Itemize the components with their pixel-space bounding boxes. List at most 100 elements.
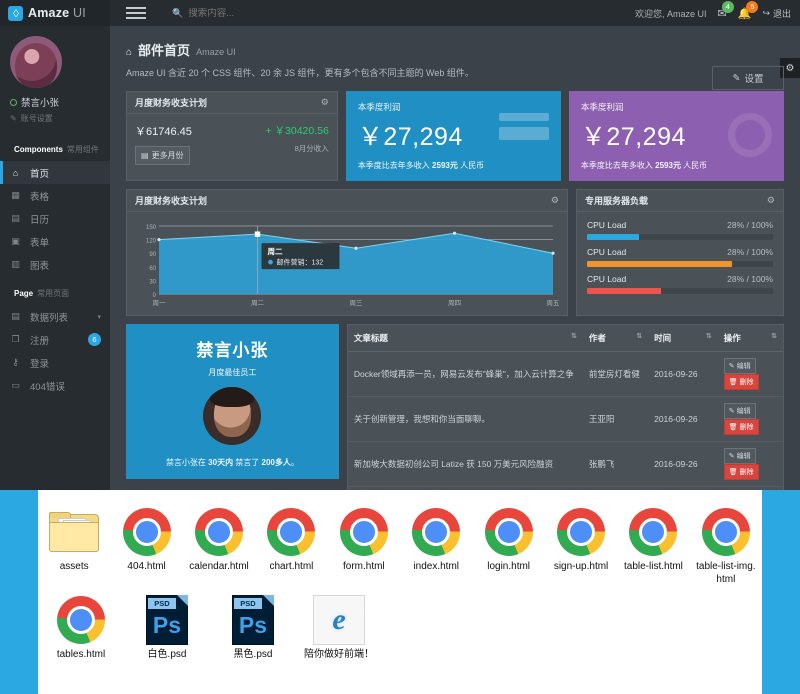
- sort-icon: ⇅: [771, 332, 777, 340]
- edit-button[interactable]: ✎编辑: [724, 403, 756, 419]
- desktop-icon[interactable]: assets: [38, 498, 110, 586]
- trash-icon: 🗑: [729, 423, 738, 431]
- page-subtitle: Amaze UI: [196, 47, 236, 57]
- chart-canvas[interactable]: 0306090120150周一周二周三周四周五周二邮件营销：132: [127, 212, 567, 315]
- bell-icon[interactable]: 🔔 5: [738, 7, 752, 20]
- articles-table: 文章标题⇅ 作者⇅ 时间⇅ 操作⇅ Docker领域再添一员，网易云发布"蜂巢"…: [348, 325, 783, 490]
- gear-icon[interactable]: ⚙: [551, 195, 559, 206]
- desktop-icon[interactable]: sign-up.html: [545, 498, 617, 586]
- sidebar-item-home[interactable]: ⌂ 首页: [0, 161, 110, 184]
- cell-actions: ✎编辑🗑删除: [718, 397, 783, 442]
- online-status-icon: [10, 99, 17, 106]
- delete-button[interactable]: 🗑删除: [724, 464, 759, 480]
- desktop-icon-label: 陪你做好前端！: [296, 648, 382, 661]
- brand-logo-area[interactable]: Amaze UI: [0, 0, 110, 26]
- stat-sub-strong: 2593元: [655, 161, 681, 170]
- desktop-icon[interactable]: table-list-img.html: [690, 498, 762, 586]
- folder-icon: [49, 512, 99, 552]
- employee-photo: [203, 387, 261, 445]
- chrome-icon: [629, 508, 677, 556]
- desktop-icon-label: sign-up.html: [545, 560, 617, 573]
- desktop-icon-graphic: PSDPs: [124, 592, 210, 648]
- hamburger-icon[interactable]: [126, 5, 146, 21]
- pencil-icon: ✎: [10, 114, 17, 123]
- sidebar-item-label: 图表: [30, 258, 49, 272]
- desktop-icon-label: table-list-img.html: [690, 560, 762, 586]
- note-mid: 禁言了: [233, 458, 261, 467]
- sidebar-item-calendar[interactable]: ▤ 日历: [0, 207, 110, 230]
- svg-text:周一: 周一: [153, 299, 167, 307]
- sidebar-item-label: 404错误: [30, 379, 65, 393]
- sidebar-item-404[interactable]: ▭ 404错误: [0, 374, 110, 397]
- avatar[interactable]: [10, 36, 62, 88]
- sidebar-item-data-list[interactable]: ▤ 数据列表 ▾: [0, 305, 110, 328]
- more-months-button[interactable]: ▤ 更多月份: [135, 146, 190, 165]
- edit-button[interactable]: ✎编辑: [724, 358, 756, 374]
- search-input[interactable]: [188, 8, 308, 19]
- desktop-icon-graphic: [617, 504, 689, 560]
- sidebar-badge: 6: [88, 333, 101, 346]
- svg-text:150: 150: [146, 225, 157, 231]
- finance-card-title: 月度财务收支计划: [135, 96, 207, 109]
- mail-badge: 4: [722, 1, 734, 13]
- desktop-icon[interactable]: PSDPs白色.psd: [124, 586, 210, 661]
- load-row-top: CPU Load28% / 100%: [587, 220, 773, 230]
- account-settings-link[interactable]: ✎ 账号设置: [10, 113, 110, 124]
- desktop-icon[interactable]: PSDPs黑色.psd: [210, 586, 296, 661]
- stat-card-title: 本季度利润: [358, 101, 549, 113]
- desktop-icon[interactable]: table-list.html: [617, 498, 689, 586]
- desktop-icon[interactable]: chart.html: [255, 498, 327, 586]
- sidebar-item-chart[interactable]: ▥ 图表: [0, 253, 110, 276]
- desktop-icon[interactable]: e陪你做好前端！: [296, 586, 382, 661]
- stat-card-subtitle: 本季度比去年多收入 2593元 人民币: [581, 160, 772, 171]
- desktop-icon-graphic: [183, 504, 255, 560]
- delete-button[interactable]: 🗑删除: [724, 374, 759, 390]
- sidebar-item-table[interactable]: ▦ 表格: [0, 184, 110, 207]
- envelope-icon[interactable]: ✉ 4: [718, 7, 727, 20]
- gear-icon[interactable]: ⚙: [767, 195, 775, 206]
- desktop-icon-label: 404.html: [110, 560, 182, 573]
- column-date[interactable]: 时间⇅: [648, 325, 718, 352]
- svg-text:120: 120: [146, 239, 157, 245]
- desktop-icon[interactable]: index.html: [400, 498, 472, 586]
- finance-card-header: 月度财务收支计划 ⚙: [127, 92, 337, 114]
- search-box[interactable]: 🔍: [172, 8, 308, 19]
- logout-button[interactable]: ↪ 退出: [762, 7, 791, 20]
- svg-text:邮件营销：132: 邮件营销：132: [277, 258, 324, 267]
- svg-text:周五: 周五: [547, 299, 560, 307]
- logout-icon: ↪: [762, 8, 770, 19]
- desktop-icon-graphic: PSDPs: [210, 592, 296, 648]
- server-load-header: 专用服务器负载 ⚙: [577, 190, 783, 212]
- load-value: 28% / 100%: [727, 220, 773, 230]
- column-title[interactable]: 文章标题⇅: [348, 325, 583, 352]
- edit-button[interactable]: ✎编辑: [724, 448, 756, 464]
- desktop-icon[interactable]: login.html: [472, 498, 544, 586]
- desktop-icon[interactable]: tables.html: [38, 586, 124, 661]
- desktop-icon-label: tables.html: [38, 648, 124, 661]
- welcome-label: 欢迎您, Amaze UI: [635, 7, 707, 20]
- gear-icon[interactable]: ⚙: [321, 97, 329, 108]
- sidebar-item-signup[interactable]: ❐ 注册 6: [0, 328, 110, 351]
- desktop-icon-graphic: [400, 504, 472, 560]
- column-actions[interactable]: 操作⇅: [718, 325, 783, 352]
- bell-badge: 5: [746, 1, 758, 13]
- desktop-icon[interactable]: calendar.html: [183, 498, 255, 586]
- psd-icon: PSDPs: [232, 595, 274, 645]
- column-author[interactable]: 作者⇅: [583, 325, 648, 352]
- note-prefix: 禁言小张在: [166, 458, 208, 467]
- settings-button[interactable]: ✎ 设置: [712, 66, 784, 90]
- sort-icon: ⇅: [636, 332, 642, 340]
- desktop-icon[interactable]: form.html: [328, 498, 400, 586]
- desktop-icon-label: table-list.html: [617, 560, 689, 573]
- sidebar-item-label: 首页: [30, 166, 49, 180]
- delete-button[interactable]: 🗑删除: [724, 419, 759, 435]
- cell-date: 2016-09-26: [648, 442, 718, 487]
- sidebar-item-login[interactable]: ⚷ 登录: [0, 351, 110, 374]
- stat-sub-strong: 2593元: [432, 161, 458, 170]
- sidebar-profile: 禁言小张 ✎ 账号设置: [0, 26, 110, 132]
- sidebar-item-form[interactable]: ▣ 表单: [0, 230, 110, 253]
- load-row: CPU Load28% / 100%: [587, 220, 773, 240]
- credit-card-icon: [499, 113, 549, 146]
- desktop-right-edge: [762, 490, 800, 694]
- desktop-icon[interactable]: 404.html: [110, 498, 182, 586]
